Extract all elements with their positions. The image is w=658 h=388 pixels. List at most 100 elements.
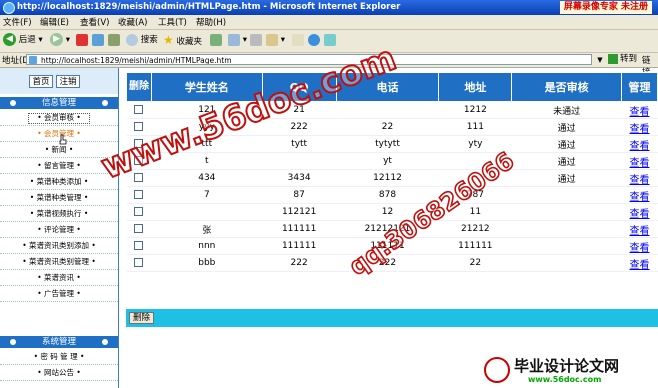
row-checkbox[interactable] bbox=[134, 105, 144, 114]
cell-status: 通过 bbox=[511, 152, 622, 170]
view-link[interactable]: 查看 bbox=[630, 107, 650, 118]
col-header-address: 地址 bbox=[438, 72, 513, 102]
row-checkbox[interactable] bbox=[134, 122, 144, 131]
row-checkbox[interactable] bbox=[134, 258, 144, 267]
edit-button[interactable]: ▾ bbox=[266, 33, 285, 48]
row-checkbox[interactable] bbox=[134, 190, 144, 199]
cell-phone: tytytt bbox=[336, 135, 439, 153]
discuss-icon bbox=[292, 33, 304, 46]
sidebar-item-comments[interactable]: • 评论管理 • bbox=[0, 223, 118, 238]
view-link[interactable]: 查看 bbox=[630, 260, 650, 271]
focus-outline bbox=[28, 113, 90, 124]
view-link[interactable]: 查看 bbox=[630, 243, 650, 254]
mail-button[interactable]: ▾ bbox=[228, 33, 247, 48]
col-header-delete: 删除 bbox=[126, 72, 152, 102]
search-button[interactable]: 搜索 bbox=[126, 33, 158, 48]
view-link[interactable]: 查看 bbox=[630, 209, 650, 220]
row-action-cell: 查看 bbox=[621, 220, 658, 238]
window-title-bar: http://localhost:1829/meishi/admin/HTMLP… bbox=[0, 0, 658, 15]
section-system-management[interactable]: 系统管理 bbox=[0, 336, 118, 348]
address-dropdown-icon[interactable]: ▼ bbox=[595, 55, 605, 65]
logo-mark-icon bbox=[484, 357, 510, 383]
cell-name: bbb bbox=[151, 254, 263, 272]
menu-help[interactable]: 帮助(H) bbox=[196, 16, 226, 28]
sidebar-item-ads[interactable]: • 广告管理 • bbox=[0, 287, 118, 302]
sidebar-item-recipe-news[interactable]: • 菜谱资讯 • bbox=[0, 271, 118, 286]
window-title: http://localhost:1829/meishi/admin/HTMLP… bbox=[17, 2, 401, 12]
cell-status bbox=[511, 254, 622, 272]
home-icon bbox=[108, 33, 120, 46]
sidebar-item-recipe-video[interactable]: • 菜谱视频执行 • bbox=[0, 207, 118, 222]
col-header-action: 管理 bbox=[621, 72, 658, 102]
mail-icon bbox=[228, 33, 240, 46]
logo-title: 毕业设计论文网 bbox=[514, 357, 620, 375]
stop-icon bbox=[76, 33, 88, 46]
home-button[interactable] bbox=[108, 33, 120, 48]
refresh-button[interactable] bbox=[92, 33, 104, 48]
view-link[interactable]: 查看 bbox=[630, 141, 650, 152]
sidebar-item-announcements[interactable]: • 网站公告 • bbox=[0, 366, 118, 381]
sidebar-item-recipe-category-add[interactable]: • 菜谱种类添加 • bbox=[0, 175, 118, 190]
cell-phone: 22 bbox=[336, 118, 439, 136]
menu-view[interactable]: 查看(V) bbox=[80, 16, 109, 28]
home-page-button[interactable]: 首页 bbox=[29, 75, 53, 88]
media-button[interactable] bbox=[324, 33, 336, 48]
print-icon bbox=[250, 33, 262, 46]
cell-status bbox=[511, 186, 622, 204]
delete-selected-button[interactable]: 删除 bbox=[129, 312, 155, 324]
row-action-cell: 查看 bbox=[621, 254, 658, 272]
messenger-button[interactable] bbox=[308, 33, 320, 48]
menu-edit[interactable]: 编辑(E) bbox=[40, 16, 69, 28]
row-checkbox[interactable] bbox=[134, 224, 144, 233]
row-checkbox-cell bbox=[126, 254, 152, 272]
cell-name: 434 bbox=[151, 169, 263, 187]
history-icon bbox=[210, 33, 222, 46]
history-button[interactable] bbox=[210, 33, 222, 48]
sidebar-item-recipe-category-manage[interactable]: • 菜谱种类管理 • bbox=[0, 191, 118, 206]
go-arrow-icon bbox=[608, 53, 618, 64]
favorites-button[interactable]: ★ 收藏夹 bbox=[163, 33, 202, 48]
sidebar-item-password[interactable]: • 密 码 管 理 • bbox=[0, 350, 118, 365]
table-row: 7 87 878 787 查看 bbox=[126, 186, 658, 204]
row-action-cell: 查看 bbox=[621, 203, 658, 221]
bullet-icon bbox=[10, 100, 16, 106]
logout-button[interactable]: 注销 bbox=[56, 75, 80, 88]
row-action-cell: 查看 bbox=[621, 186, 658, 204]
row-checkbox[interactable] bbox=[134, 207, 144, 216]
address-input[interactable]: http://localhost:1829/meishi/admin/HTMLP… bbox=[26, 54, 592, 65]
cell-name: 张 bbox=[151, 220, 263, 238]
row-action-cell: 查看 bbox=[621, 101, 658, 119]
row-checkbox[interactable] bbox=[134, 241, 144, 250]
search-icon bbox=[126, 33, 138, 46]
back-button[interactable]: ◀ 后退 ▾ bbox=[3, 33, 43, 48]
view-link[interactable]: 查看 bbox=[630, 175, 650, 186]
cell-address: 21212 bbox=[438, 220, 512, 238]
menu-file[interactable]: 文件(F) bbox=[3, 16, 32, 28]
row-checkbox-cell bbox=[126, 237, 152, 255]
cell-qq: 112121 bbox=[262, 203, 337, 221]
view-link[interactable]: 查看 bbox=[630, 124, 650, 135]
cell-name: nnn bbox=[151, 237, 263, 255]
view-link[interactable]: 查看 bbox=[630, 158, 650, 169]
menu-tools[interactable]: 工具(T) bbox=[158, 16, 187, 28]
cell-address: 111111 bbox=[438, 237, 512, 255]
menu-favorites[interactable]: 收藏(A) bbox=[118, 16, 147, 28]
sidebar-item-news-category-add[interactable]: • 菜谱资讯类别添加 • bbox=[0, 239, 118, 254]
forward-button[interactable]: ▶ ▾ bbox=[50, 33, 70, 48]
cell-status: 未通过 bbox=[511, 101, 622, 119]
sidebar-item-news-category-manage[interactable]: • 菜谱资讯类别管理 • bbox=[0, 255, 118, 270]
cell-qq: 111111 bbox=[262, 237, 337, 255]
view-link[interactable]: 查看 bbox=[630, 192, 650, 203]
print-button[interactable] bbox=[250, 33, 262, 48]
page-icon bbox=[29, 56, 37, 64]
back-arrow-icon: ◀ bbox=[3, 33, 16, 46]
admin-sidebar: 首页 注销 信息管理 • 会员审核 • • 会员管理 • • 新闻 • • 留言… bbox=[0, 68, 119, 388]
stop-button[interactable] bbox=[76, 33, 88, 48]
section-info-management[interactable]: 信息管理 bbox=[0, 97, 118, 109]
view-link[interactable]: 查看 bbox=[630, 226, 650, 237]
sidebar-item-member-review[interactable]: • 会员审核 • bbox=[0, 111, 118, 126]
go-button[interactable]: 转到 bbox=[608, 53, 637, 66]
discuss-button[interactable] bbox=[292, 33, 304, 48]
cell-name: 7 bbox=[151, 186, 263, 204]
row-action-cell: 查看 bbox=[621, 118, 658, 136]
